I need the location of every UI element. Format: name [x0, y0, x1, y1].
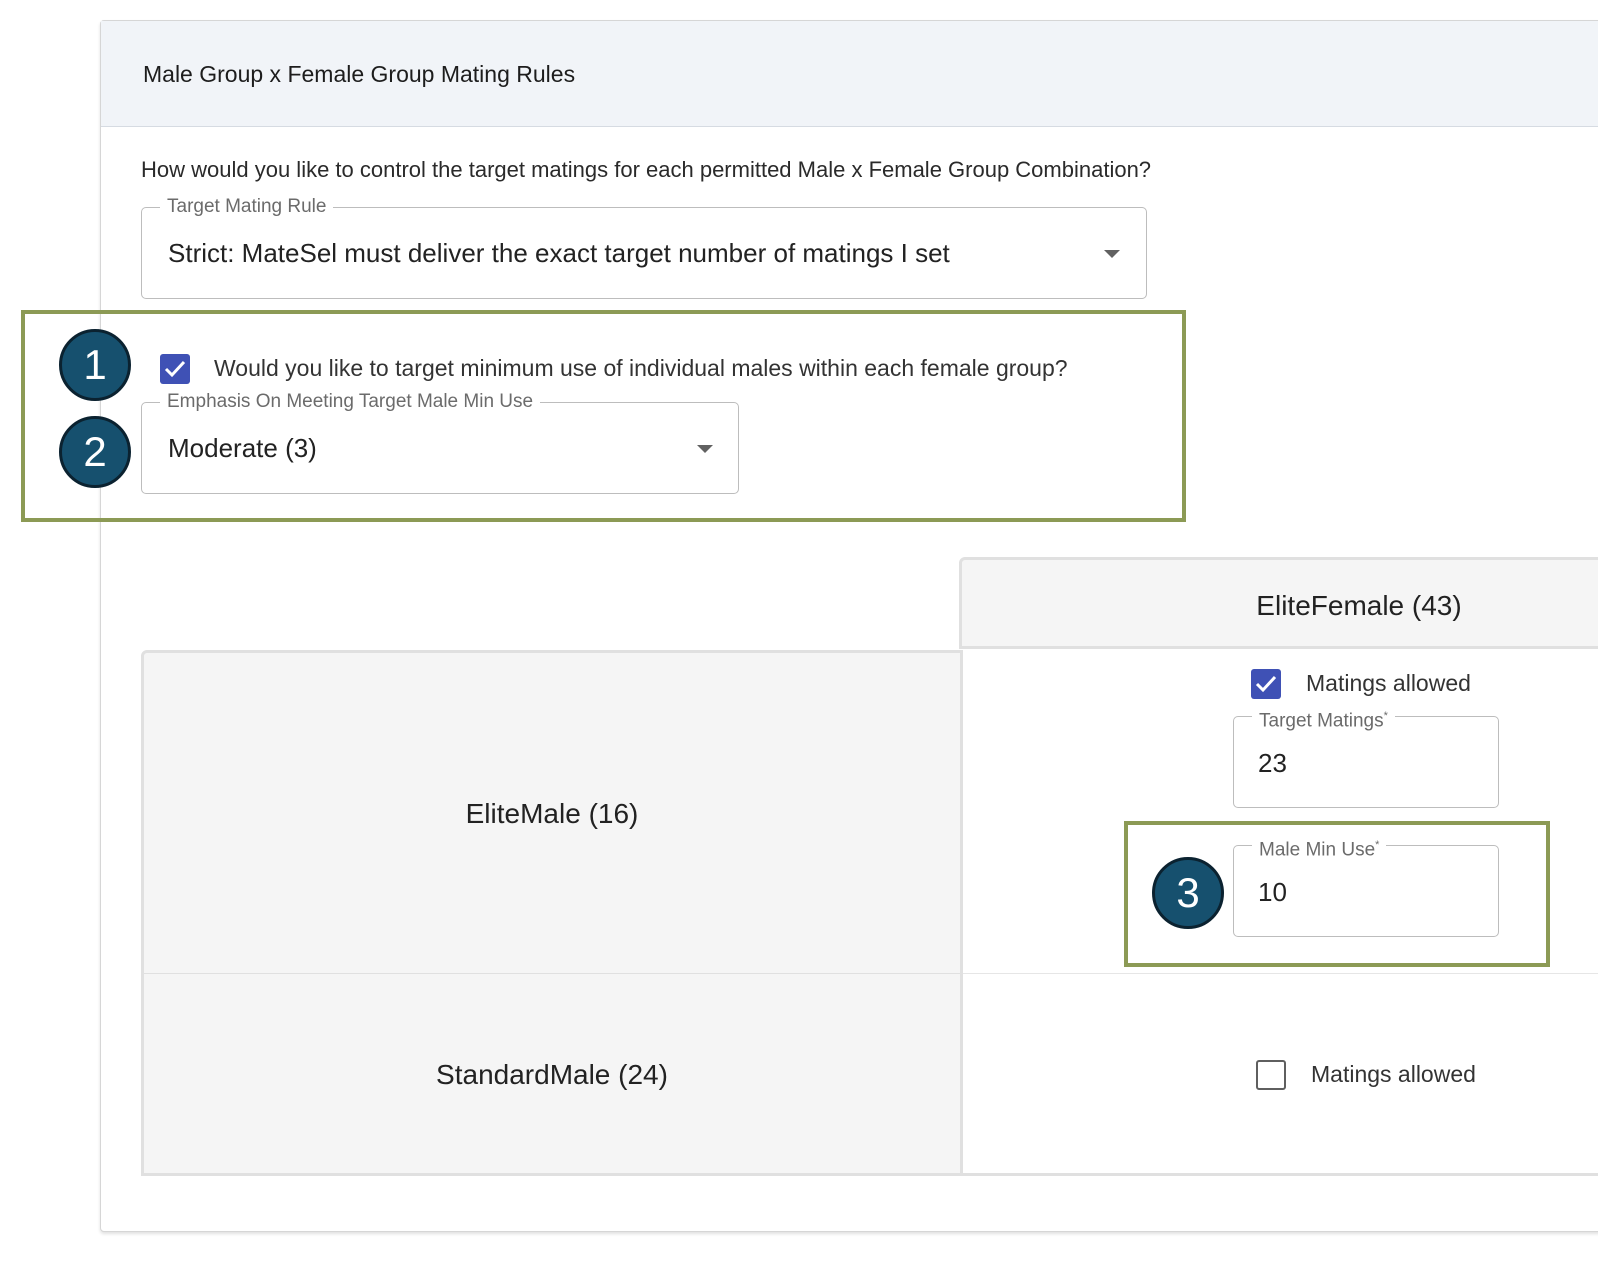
matings-allowed-checkbox[interactable]	[1251, 669, 1281, 699]
min-use-checkbox[interactable]	[160, 354, 190, 384]
min-use-checkbox-label: Would you like to target minimum use of …	[214, 355, 1068, 381]
row-label: EliteMale (16)	[465, 798, 639, 829]
matings-allowed-label: Matings allowed	[1306, 670, 1471, 696]
male-min-use-label: Male Min Use*	[1252, 833, 1387, 863]
row-label: StandardMale (24)	[436, 1059, 668, 1090]
callout-badge-3: 3	[1152, 857, 1224, 929]
card-header: Male Group x Female Group Mating Rules	[101, 21, 1598, 127]
caret-down-icon	[1104, 250, 1120, 258]
emphasis-value: Moderate (3)	[168, 433, 317, 463]
emphasis-select[interactable]: Emphasis On Meeting Target Male Min Use …	[141, 390, 739, 494]
target-matings-question: How would you like to control the target…	[141, 157, 1152, 182]
card-title: Male Group x Female Group Mating Rules	[143, 61, 576, 87]
check-icon	[164, 360, 186, 378]
matings-allowed-checkbox[interactable]	[1256, 1060, 1286, 1090]
callout-badge-1: 1	[59, 329, 131, 401]
required-marker: *	[1383, 710, 1388, 722]
target-matings-input[interactable]: Target Matings* 23	[1233, 704, 1499, 808]
required-marker: *	[1375, 839, 1380, 851]
matings-allowed-label: Matings allowed	[1311, 1061, 1476, 1087]
target-mating-rule-select[interactable]: Target Mating Rule Strict: MateSel must …	[141, 195, 1147, 299]
column-header-label: EliteFemale (43)	[1256, 590, 1462, 621]
caret-down-icon	[697, 445, 713, 453]
target-mating-rule-label: Target Mating Rule	[160, 195, 334, 219]
row-header-elitemale: EliteMale (16)	[141, 650, 963, 976]
male-min-use-value: 10	[1258, 877, 1287, 907]
callout-badge-2: 2	[59, 416, 131, 488]
male-min-use-input[interactable]: Male Min Use* 10	[1233, 833, 1499, 937]
check-icon	[1255, 675, 1277, 693]
column-header-elitefemale: EliteFemale (43)	[959, 557, 1598, 649]
emphasis-label: Emphasis On Meeting Target Male Min Use	[160, 390, 541, 414]
target-mating-rule-value: Strict: MateSel must deliver the exact t…	[168, 238, 950, 268]
row-header-standardmale: StandardMale (24)	[141, 974, 963, 1176]
target-matings-value: 23	[1258, 748, 1287, 778]
target-matings-label: Target Matings*	[1252, 704, 1395, 734]
